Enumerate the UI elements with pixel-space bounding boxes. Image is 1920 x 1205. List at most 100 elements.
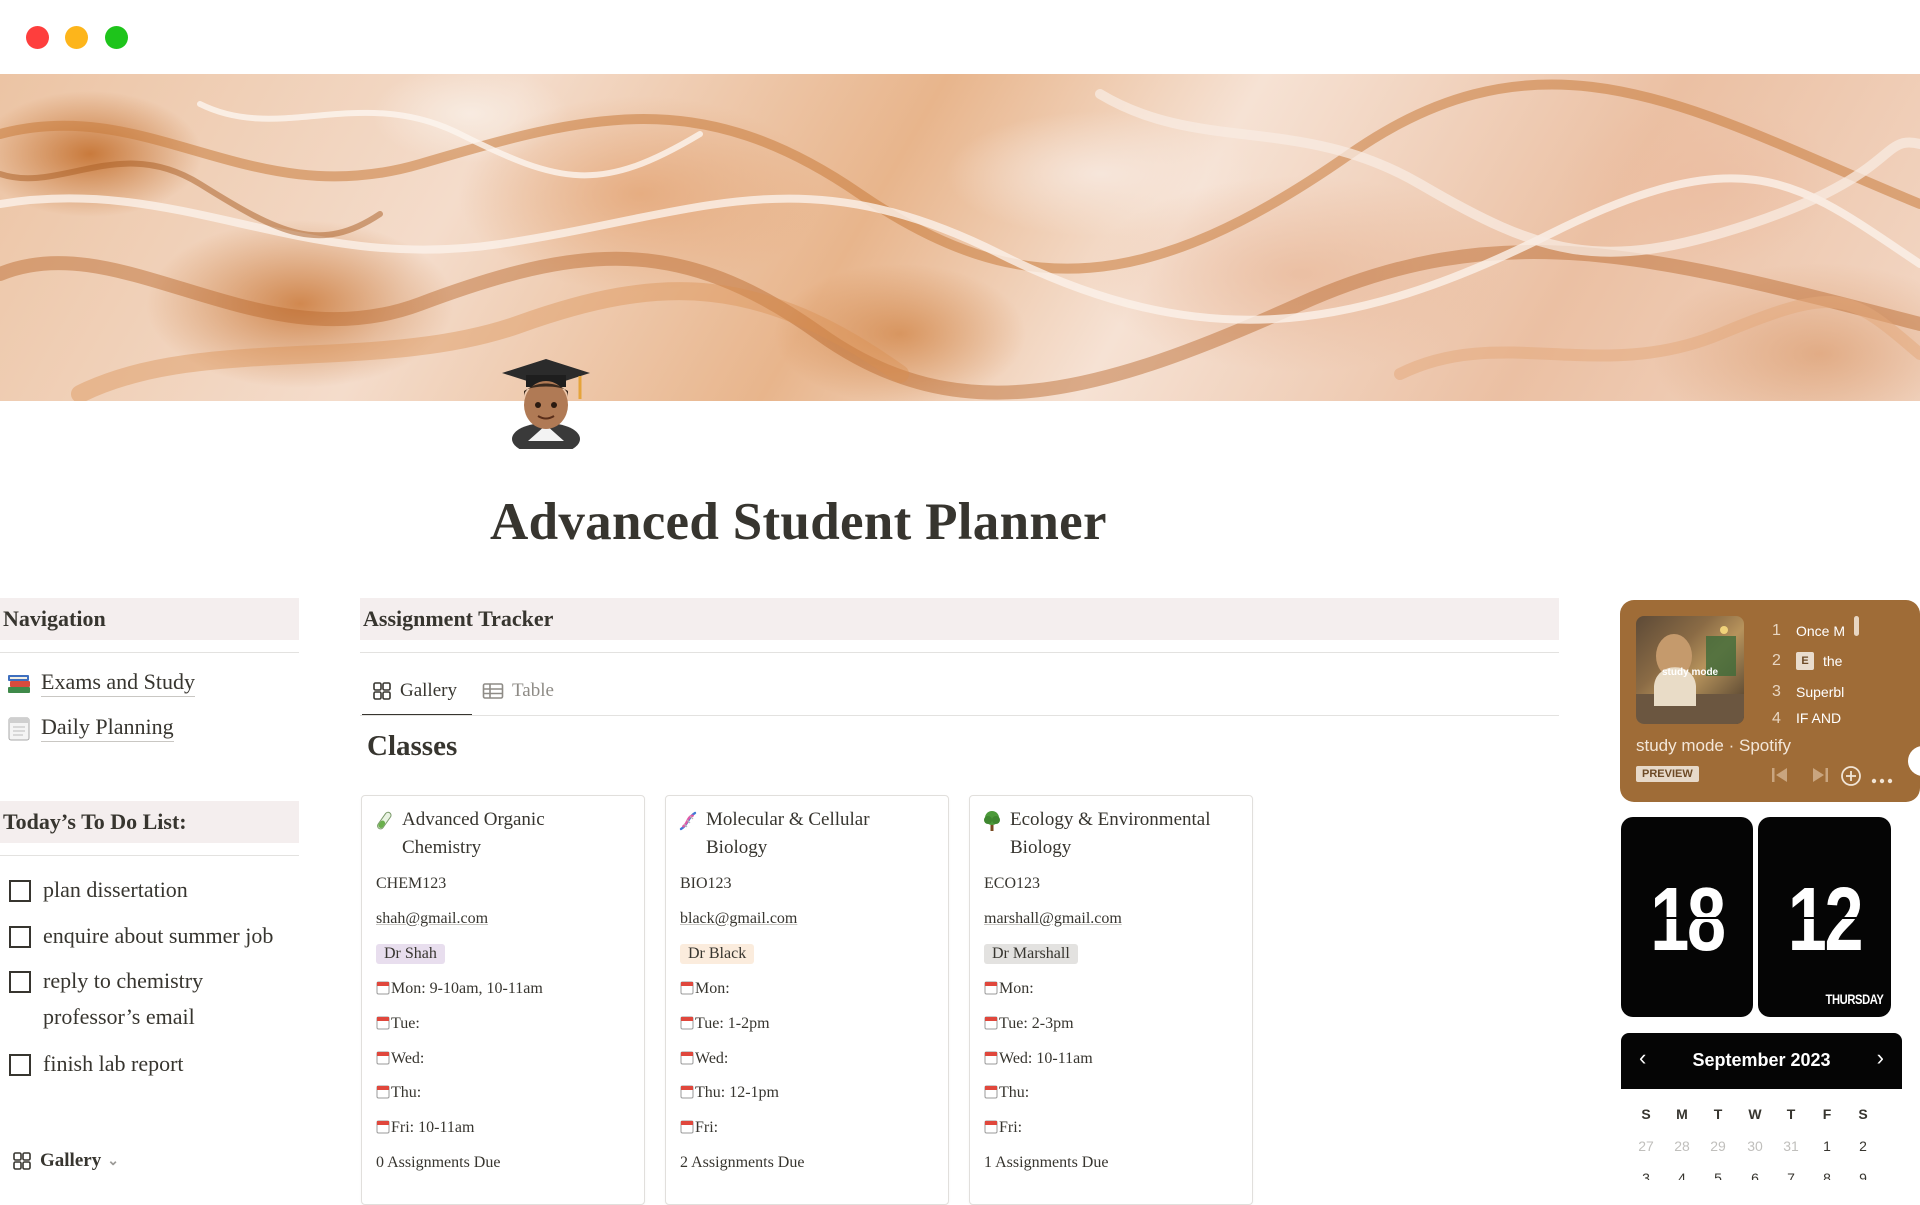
test-tube-icon: [374, 810, 394, 832]
spotify-embed[interactable]: study mode 1 Once M 2 E the 3 Superbl 4 …: [1620, 600, 1920, 802]
window-titlebar: [0, 0, 1920, 74]
add-icon[interactable]: [1839, 764, 1863, 793]
calendar-day[interactable]: 8: [1812, 1170, 1842, 1180]
playlist-title[interactable]: study mode · Spotify: [1636, 736, 1791, 756]
class-code: CHEM123: [376, 875, 447, 892]
nav-link-exams-and-study[interactable]: Exams and Study: [5, 666, 195, 700]
calendar-day[interactable]: 7: [1776, 1170, 1806, 1180]
cover-image[interactable]: [0, 74, 1920, 401]
class-email-link[interactable]: shah@gmail.com: [376, 910, 488, 928]
tab-table[interactable]: Table: [482, 668, 554, 714]
track-number: 1: [1772, 622, 1781, 639]
class-title: Ecology & Environmental Biology: [982, 806, 1242, 862]
calendar-icon: [984, 980, 998, 995]
todo-item[interactable]: enquire about summer job: [9, 918, 273, 954]
todo-checkbox[interactable]: [9, 1054, 31, 1076]
close-window-button[interactable]: [26, 26, 49, 49]
calendar-day[interactable]: 28: [1667, 1138, 1697, 1154]
todo-label: enquire about summer job: [43, 923, 274, 948]
navigation-divider: [0, 652, 299, 653]
student-emoji-icon[interactable]: [500, 345, 592, 455]
maximize-window-button[interactable]: [105, 26, 128, 49]
class-email-link[interactable]: black@gmail.com: [680, 910, 797, 928]
calendar-day[interactable]: 3: [1631, 1170, 1661, 1180]
todo-checkbox[interactable]: [9, 971, 31, 993]
track-row[interactable]: 4 IF AND: [1772, 710, 1841, 724]
class-email-link[interactable]: marshall@gmail.com: [984, 910, 1122, 928]
tab-label: Table: [512, 680, 554, 701]
calendar-day[interactable]: 29: [1703, 1138, 1733, 1154]
calendar-icon: [680, 1084, 694, 1099]
calendar-day[interactable]: 2: [1848, 1138, 1878, 1154]
class-card[interactable]: Advanced Organic Chemistry CHEM123 shah@…: [361, 795, 645, 1205]
todo-item[interactable]: plan dissertation: [9, 872, 188, 908]
dna-icon: [678, 810, 698, 832]
weekday-label: S: [1641, 1106, 1651, 1122]
playlist-cover-art[interactable]: study mode: [1636, 616, 1744, 724]
nav-link-label: Daily Planning: [41, 714, 174, 742]
track-number: 3: [1772, 683, 1781, 700]
teacher-tag: Dr Black: [680, 944, 755, 964]
schedule-thursday: Thu:: [376, 1084, 421, 1102]
schedule-text: Fri:: [999, 1119, 1023, 1136]
todo-checkbox[interactable]: [9, 926, 31, 948]
calendar-month: September 2023: [1692, 1050, 1831, 1070]
schedule-monday: Mon:: [680, 980, 730, 998]
class-code: BIO123: [680, 875, 732, 892]
calendar-day[interactable]: 27: [1631, 1138, 1661, 1154]
calendar-day[interactable]: 1: [1812, 1138, 1842, 1154]
schedule-text: Mon:: [999, 980, 1034, 997]
class-title-line: Ecology & Environmental: [1010, 809, 1211, 830]
schedule-wednesday: Wed:: [376, 1050, 424, 1068]
schedule-text: Wed:: [391, 1050, 425, 1067]
calendar-day[interactable]: 9: [1848, 1170, 1878, 1180]
schedule-text: Fri:: [695, 1119, 719, 1136]
teacher-tag: Dr Marshall: [984, 944, 1078, 964]
minimize-window-button[interactable]: [65, 26, 88, 49]
previous-track-icon[interactable]: [1768, 764, 1790, 791]
calendar-day[interactable]: 5: [1703, 1170, 1733, 1180]
schedule-text: Thu:: [391, 1084, 422, 1101]
track-row[interactable]: 1 Once M: [1772, 622, 1845, 640]
todo-item[interactable]: finish lab report: [9, 1046, 184, 1082]
todo-item[interactable]: reply to chemistry professor’s email: [9, 963, 203, 1035]
classes-group-title: Classes: [367, 730, 458, 762]
class-code: ECO123: [984, 875, 1040, 892]
tree-icon: [982, 810, 1002, 832]
schedule-friday: Fri:: [984, 1119, 1022, 1137]
teacher-tag: Dr Shah: [376, 944, 445, 964]
next-track-icon[interactable]: [1810, 764, 1832, 791]
todo-label: reply to chemistry professor’s email: [43, 963, 203, 1035]
calendar-day[interactable]: 31: [1776, 1138, 1806, 1154]
calendar-next-button[interactable]: ›: [1877, 1045, 1884, 1071]
todo-heading: Today’s To Do List:: [0, 801, 299, 843]
calendar-day[interactable]: 30: [1740, 1138, 1770, 1154]
scrollbar[interactable]: [1854, 616, 1859, 636]
schedule-text: Mon:: [695, 980, 730, 997]
class-card[interactable]: Molecular & Cellular Biology BIO123 blac…: [665, 795, 949, 1205]
calendar-icon: [376, 1050, 390, 1065]
track-number: 2: [1772, 652, 1781, 669]
calendar-day[interactable]: 6: [1740, 1170, 1770, 1180]
play-button[interactable]: [1908, 746, 1920, 776]
tabs-divider: [360, 715, 1559, 716]
schedule-friday: Fri: 10-11am: [376, 1119, 474, 1137]
calendar-day[interactable]: 4: [1667, 1170, 1697, 1180]
todo-checkbox[interactable]: [9, 880, 31, 902]
more-options-icon[interactable]: [1870, 772, 1894, 790]
track-row[interactable]: 2 E the: [1772, 652, 1842, 670]
nav-link-daily-planning[interactable]: Daily Planning: [5, 711, 174, 745]
gallery-view-selector[interactable]: Gallery ⌄: [12, 1150, 119, 1172]
schedule-text: Wed: 10-11am: [999, 1050, 1093, 1067]
tab-gallery[interactable]: Gallery: [372, 668, 457, 714]
calendar-icon: [984, 1015, 998, 1030]
assignments-due: 2 Assignments Due: [680, 1154, 805, 1171]
calendar-icon: [984, 1050, 998, 1065]
schedule-tuesday: Tue: 2-3pm: [984, 1015, 1074, 1033]
class-card[interactable]: Ecology & Environmental Biology ECO123 m…: [969, 795, 1253, 1205]
todo-divider: [0, 855, 299, 856]
track-name: Superbl: [1796, 684, 1845, 700]
track-row[interactable]: 3 Superbl: [1772, 683, 1844, 701]
schedule-text: Fri: 10-11am: [391, 1119, 475, 1136]
nav-link-label: Exams and Study: [41, 669, 195, 697]
